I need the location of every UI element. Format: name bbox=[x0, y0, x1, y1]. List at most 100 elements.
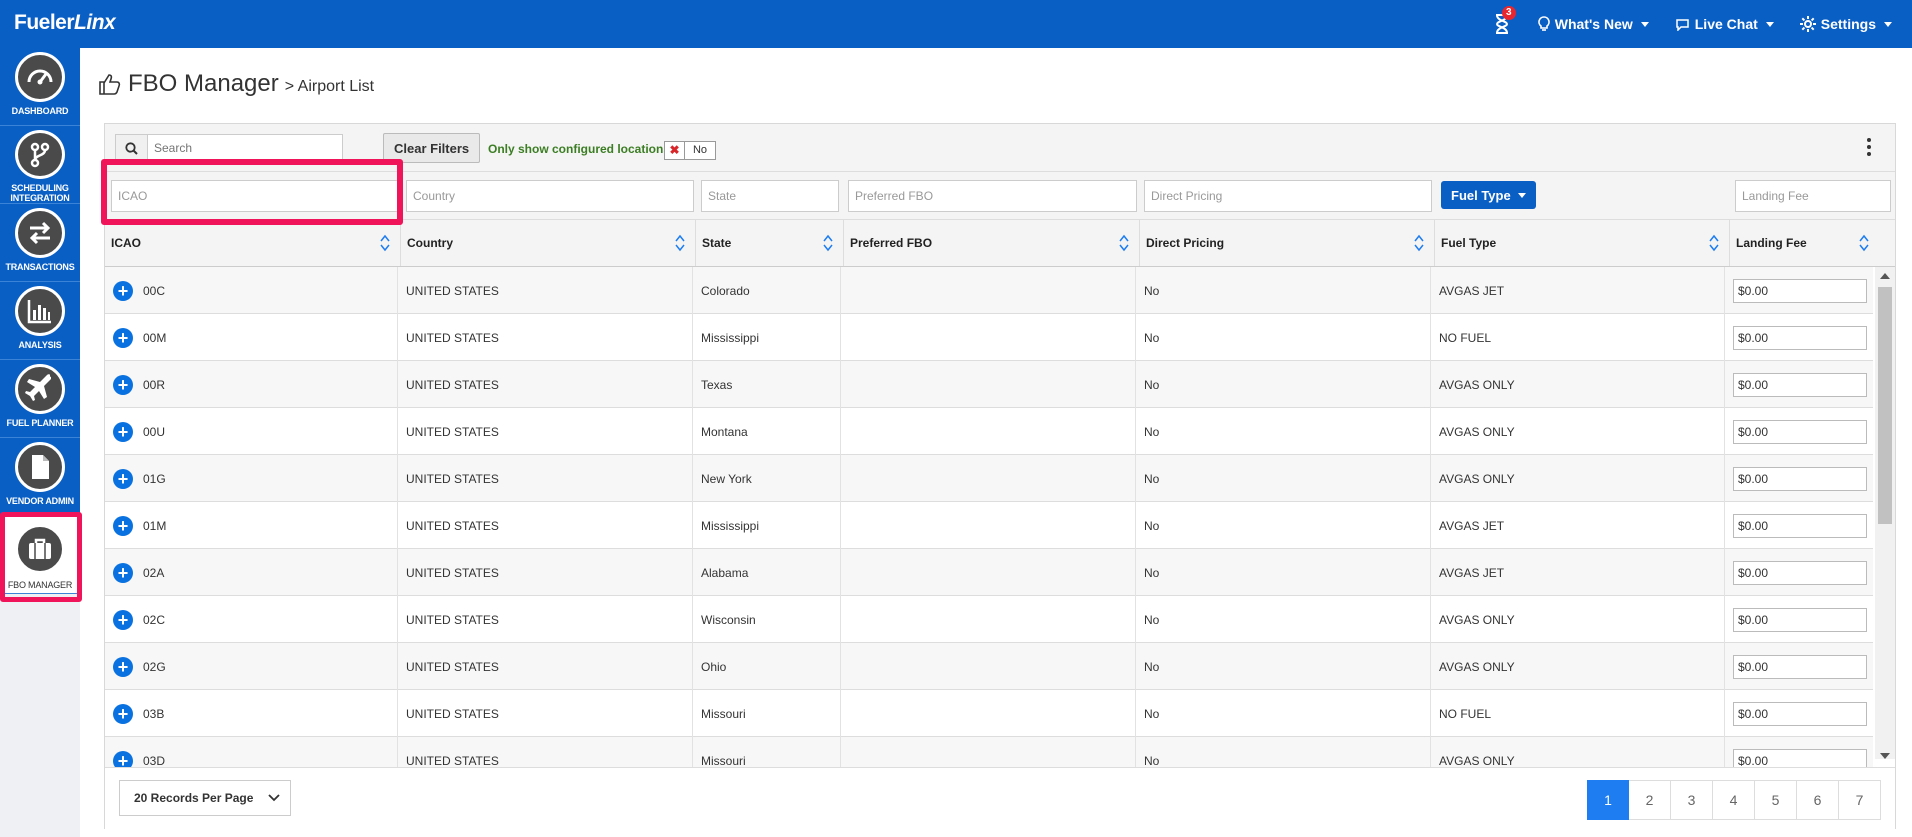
landing-fee-input[interactable] bbox=[1733, 513, 1867, 538]
expand-plus-icon[interactable]: + bbox=[113, 327, 133, 348]
cell-state: New York bbox=[693, 455, 841, 502]
page-button-6[interactable]: 6 bbox=[1797, 780, 1839, 820]
state-value: Alabama bbox=[701, 565, 749, 580]
landing-fee-input[interactable] bbox=[1733, 466, 1867, 491]
landing-fee-input[interactable] bbox=[1733, 419, 1867, 444]
country-value: UNITED STATES bbox=[406, 659, 499, 674]
column-header-state[interactable]: State bbox=[696, 220, 844, 266]
vertical-scrollbar[interactable] bbox=[1875, 267, 1895, 759]
scroll-up-icon[interactable] bbox=[1880, 273, 1890, 279]
landing-fee-input[interactable] bbox=[1733, 325, 1867, 350]
page-button-3[interactable]: 3 bbox=[1671, 780, 1713, 820]
landing-fee-input[interactable] bbox=[1733, 701, 1867, 726]
brand-logo[interactable]: FuelerLinx bbox=[14, 11, 116, 35]
more-options-icon[interactable] bbox=[1867, 138, 1871, 156]
state-value: Mississippi bbox=[701, 330, 760, 345]
chevron-down-icon bbox=[1884, 21, 1892, 27]
sidebar-item-dashboard[interactable]: DASHBOARD bbox=[0, 48, 80, 126]
landing-fee-input[interactable] bbox=[1733, 278, 1867, 303]
column-header-landing-fee[interactable]: Landing Fee bbox=[1730, 220, 1895, 266]
whats-new-menu[interactable]: What's New bbox=[1537, 16, 1649, 32]
column-header-direct-pricing[interactable]: Direct Pricing bbox=[1140, 220, 1435, 266]
breadcrumb: > Airport List bbox=[284, 78, 375, 95]
column-header-preferred-fbo[interactable]: Preferred FBO bbox=[844, 220, 1140, 266]
sidebar-item-vendor-admin[interactable]: VENDOR ADMIN bbox=[0, 438, 80, 516]
settings-menu[interactable]: Settings bbox=[1799, 16, 1892, 32]
search-input[interactable] bbox=[148, 135, 342, 161]
expand-plus-icon[interactable]: + bbox=[113, 421, 133, 442]
landing-fee-filter-input[interactable] bbox=[1735, 180, 1891, 212]
country-value: UNITED STATES bbox=[406, 518, 499, 533]
search-box bbox=[115, 134, 343, 162]
page-title-text: FBO Manager bbox=[128, 70, 279, 97]
page-button-5[interactable]: 5 bbox=[1755, 780, 1797, 820]
landing-fee-input[interactable] bbox=[1733, 654, 1867, 679]
fuel-value: NO FUEL bbox=[1439, 330, 1492, 345]
records-per-page-select[interactable]: 20 Records Per Page bbox=[119, 780, 291, 816]
top-bar: FuelerLinx 3 What's New Live Chat Settin… bbox=[0, 0, 1912, 48]
lightbulb-icon bbox=[1537, 16, 1550, 31]
column-header-icao[interactable]: ICAO bbox=[105, 220, 401, 266]
cell-direct: No bbox=[1136, 596, 1431, 643]
expand-plus-icon[interactable]: + bbox=[113, 562, 133, 583]
sidebar-label: FUEL PLANNER bbox=[6, 418, 74, 428]
expand-plus-icon[interactable]: + bbox=[113, 468, 133, 489]
scroll-down-icon[interactable] bbox=[1880, 753, 1890, 759]
expand-plus-icon[interactable]: + bbox=[113, 374, 133, 395]
gear-icon bbox=[1799, 16, 1816, 32]
state-value: Wisconsin bbox=[701, 612, 756, 627]
cell-direct: No bbox=[1136, 690, 1431, 737]
country-value: UNITED STATES bbox=[406, 565, 499, 580]
country-value: UNITED STATES bbox=[406, 471, 499, 486]
expand-plus-icon[interactable]: + bbox=[113, 656, 133, 677]
column-header-country[interactable]: Country bbox=[401, 220, 696, 266]
column-label: Direct Pricing bbox=[1146, 236, 1225, 250]
expand-plus-icon[interactable]: + bbox=[113, 515, 133, 536]
icao-code: 02G bbox=[143, 659, 166, 674]
clear-filters-button[interactable]: Clear Filters bbox=[383, 133, 481, 163]
state-filter-input[interactable] bbox=[701, 180, 839, 212]
page-button-2[interactable]: 2 bbox=[1629, 780, 1671, 820]
sidebar-label: FBO MANAGER bbox=[7, 580, 73, 590]
sidebar-label: DASHBOARD bbox=[11, 106, 69, 116]
settings-label: Settings bbox=[1820, 16, 1876, 32]
sidebar-item-transactions[interactable]: TRANSACTIONS bbox=[0, 204, 80, 282]
chevron-down-icon bbox=[1517, 192, 1526, 198]
country-value: UNITED STATES bbox=[406, 330, 499, 345]
sidebar-item-analysis[interactable]: ANALYSIS bbox=[0, 282, 80, 360]
search-icon[interactable] bbox=[116, 135, 148, 161]
sort-icon bbox=[1119, 234, 1129, 252]
sort-icon bbox=[1414, 234, 1424, 252]
landing-fee-input[interactable] bbox=[1733, 560, 1867, 585]
cell-fuel: AVGAS JET bbox=[1431, 502, 1725, 549]
page-button-4[interactable]: 4 bbox=[1713, 780, 1755, 820]
cell-fee bbox=[1725, 643, 1873, 690]
table-row: +01M UNITED STATES Mississippi No AVGAS JET bbox=[105, 502, 1873, 549]
chevron-down-icon bbox=[1640, 21, 1649, 27]
page-button-7[interactable]: 7 bbox=[1839, 780, 1881, 820]
configured-toggle[interactable]: ✖ No bbox=[664, 141, 716, 160]
landing-fee-input[interactable] bbox=[1733, 372, 1867, 397]
page-button-1[interactable]: 1 bbox=[1587, 780, 1629, 820]
preferred-fbo-filter-input[interactable] bbox=[848, 180, 1137, 212]
country-filter-input[interactable] bbox=[406, 180, 694, 212]
landing-fee-input[interactable] bbox=[1733, 607, 1867, 632]
sidebar-item-scheduling[interactable]: SCHEDULING INTEGRATION bbox=[0, 126, 80, 204]
column-header-fuel-type[interactable]: Fuel Type bbox=[1435, 220, 1730, 266]
sidebar-item-fbo-manager[interactable]: FBO MANAGER bbox=[0, 516, 80, 594]
icao-filter-input[interactable] bbox=[111, 180, 399, 212]
sidebar-item-fuel-planner[interactable]: FUEL PLANNER bbox=[0, 360, 80, 438]
notifications-button[interactable]: 3 bbox=[1492, 6, 1516, 35]
expand-plus-icon[interactable]: + bbox=[113, 280, 133, 301]
scrollbar-thumb[interactable] bbox=[1878, 287, 1892, 524]
direct-value: No bbox=[1144, 565, 1160, 580]
direct-pricing-filter-input[interactable] bbox=[1144, 180, 1432, 212]
fuel-type-filter-button[interactable]: Fuel Type bbox=[1441, 181, 1536, 209]
expand-plus-icon[interactable]: + bbox=[113, 703, 133, 724]
direct-value: No bbox=[1144, 706, 1160, 721]
expand-plus-icon[interactable]: + bbox=[113, 609, 133, 630]
brand-main: Fueler bbox=[14, 11, 75, 34]
live-chat-menu[interactable]: Live Chat bbox=[1675, 16, 1774, 32]
state-value: Missouri bbox=[701, 753, 746, 768]
cell-country: UNITED STATES bbox=[398, 314, 693, 361]
